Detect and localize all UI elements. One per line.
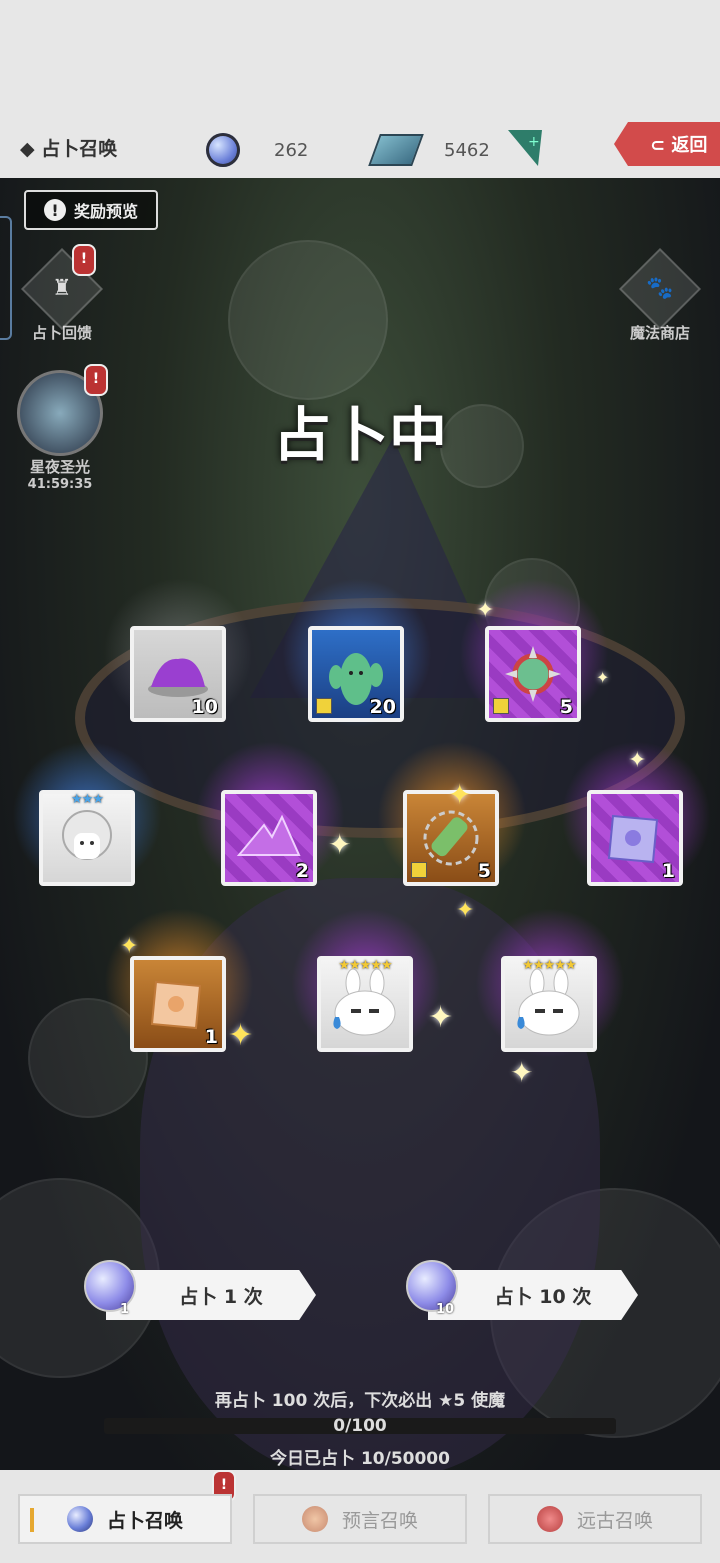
- crystal-ball-icon: [206, 133, 240, 167]
- reward-quantity: 5: [477, 860, 491, 882]
- paw-icon: 🐾: [618, 247, 702, 331]
- magic-shop-button[interactable]: 🐾 魔法商店: [614, 247, 706, 343]
- fragment-icon: [316, 698, 332, 714]
- summon-once-button[interactable]: 占卜 1 次: [106, 1270, 316, 1320]
- summon-scene: ! 奖励预览 ♜ 占卜回馈 ! 星夜圣光 41:59:35 ! 🐾 魔法商店 占…: [0, 178, 720, 1470]
- tab-label: 远古召唤: [576, 1509, 653, 1532]
- map-scroll-icon: [150, 980, 202, 1030]
- sparkle-icon: ✦: [510, 1056, 534, 1089]
- tab-divination-summon[interactable]: 占卜召唤: [18, 1494, 232, 1544]
- warning-icon: !: [43, 199, 66, 221]
- sparkle-icon: ✦: [228, 1018, 254, 1053]
- map-scroll-icon: [607, 814, 659, 864]
- reward-preview-label: 奖励预览: [73, 202, 138, 221]
- tab-label: 占卜召唤: [106, 1509, 183, 1532]
- reward-card-bunny-character[interactable]: ★★★★★: [317, 956, 413, 1052]
- reward-quantity: 5: [559, 696, 573, 718]
- sparkle-icon: ✦: [120, 934, 139, 959]
- reward-quantity: 20: [369, 696, 396, 718]
- orb-resource: 262: [206, 128, 308, 172]
- reward-card-map-scroll-purple[interactable]: 1: [587, 790, 683, 886]
- pity-hint: 再占卜 100 次后，下次必出 ★5 使魔: [214, 1391, 506, 1411]
- ancient-orb-icon: [536, 1506, 563, 1532]
- active-tab-marker: [30, 1508, 34, 1532]
- gem-icon: [368, 134, 424, 166]
- side-drawer-handle[interactable]: [0, 216, 12, 340]
- reward-quantity: 1: [661, 860, 675, 882]
- bunny-character-icon: [517, 969, 580, 1036]
- summon-ten-label: 占卜 10 次: [494, 1285, 592, 1308]
- reward-quantity: 10: [191, 696, 218, 718]
- fragment-icon: [493, 698, 509, 714]
- sparkle-icon: ✦: [456, 898, 475, 923]
- fragment-icon: [411, 862, 427, 878]
- white-haired-character-icon: [62, 810, 112, 860]
- prophecy-orb-icon: [301, 1506, 328, 1532]
- pity-progress-value: 0/100: [333, 1416, 387, 1436]
- reward-card-cactus-monster[interactable]: 20: [308, 626, 404, 722]
- svg-text:+: +: [528, 134, 540, 150]
- sparkle-icon: ✦: [628, 748, 647, 773]
- add-gem-icon[interactable]: +: [508, 130, 542, 166]
- summon-ten-button[interactable]: 占卜 10 次: [428, 1270, 638, 1320]
- tab-ancient-summon[interactable]: 远古召唤: [488, 1494, 702, 1544]
- summon-once-cost: 1: [120, 1302, 130, 1317]
- event-timer: 41:59:35: [27, 477, 93, 492]
- background-bubble: [228, 240, 388, 400]
- top-bar: ◆ 占卜召唤 262 5462 + ⊂ 返回: [0, 0, 720, 178]
- page-title: ◆ 占卜召唤: [20, 138, 118, 160]
- sparkle-icon: ✦: [596, 668, 610, 687]
- reward-card-crystal-pile[interactable]: 2: [221, 790, 317, 886]
- bunny-character-icon: [333, 969, 396, 1036]
- gem-count: 5462: [444, 139, 490, 161]
- reward-card-bunny-character[interactable]: ★★★★★: [501, 956, 597, 1052]
- bottom-tab-bar: ! 占卜召唤 预言召唤 远古召唤: [0, 1470, 720, 1563]
- daily-count: 今日已占卜 10/50000: [270, 1449, 450, 1469]
- reward-card-map-scroll-orange[interactable]: 1: [130, 956, 226, 1052]
- summon-ten-cost: 10: [436, 1302, 455, 1317]
- purple-dust-icon: [148, 658, 208, 697]
- sparkle-icon: ✦: [328, 828, 352, 861]
- back-button[interactable]: ⊂ 返回: [614, 122, 720, 166]
- reward-card-white-haired-character[interactable]: ★★★: [39, 790, 135, 886]
- summon-once-label: 占卜 1 次: [179, 1285, 263, 1308]
- crystal-ball-icon: [66, 1506, 93, 1532]
- crystal-pile-icon: [236, 814, 301, 856]
- sparkle-icon: ✦: [448, 778, 472, 811]
- sparkle-icon: ✦: [476, 598, 495, 623]
- reward-preview-button[interactable]: ! 奖励预览: [24, 190, 158, 230]
- orb-count: 262: [274, 139, 309, 161]
- tab-label: 预言召唤: [341, 1509, 418, 1532]
- gem-resource: 5462: [368, 128, 490, 172]
- reward-quantity: 2: [295, 860, 309, 882]
- sparkle-icon: ✦: [428, 1000, 454, 1035]
- spiked-ball-icon: [505, 646, 561, 702]
- divining-heading: 占卜中: [272, 401, 447, 469]
- notification-badge: !: [72, 244, 96, 276]
- reward-quantity: 1: [204, 1026, 218, 1048]
- reward-card-purple-dust[interactable]: 10: [130, 626, 226, 722]
- reward-card-spiked-ball[interactable]: 5: [485, 626, 581, 722]
- tab-prophecy-summon[interactable]: 预言召唤: [253, 1494, 467, 1544]
